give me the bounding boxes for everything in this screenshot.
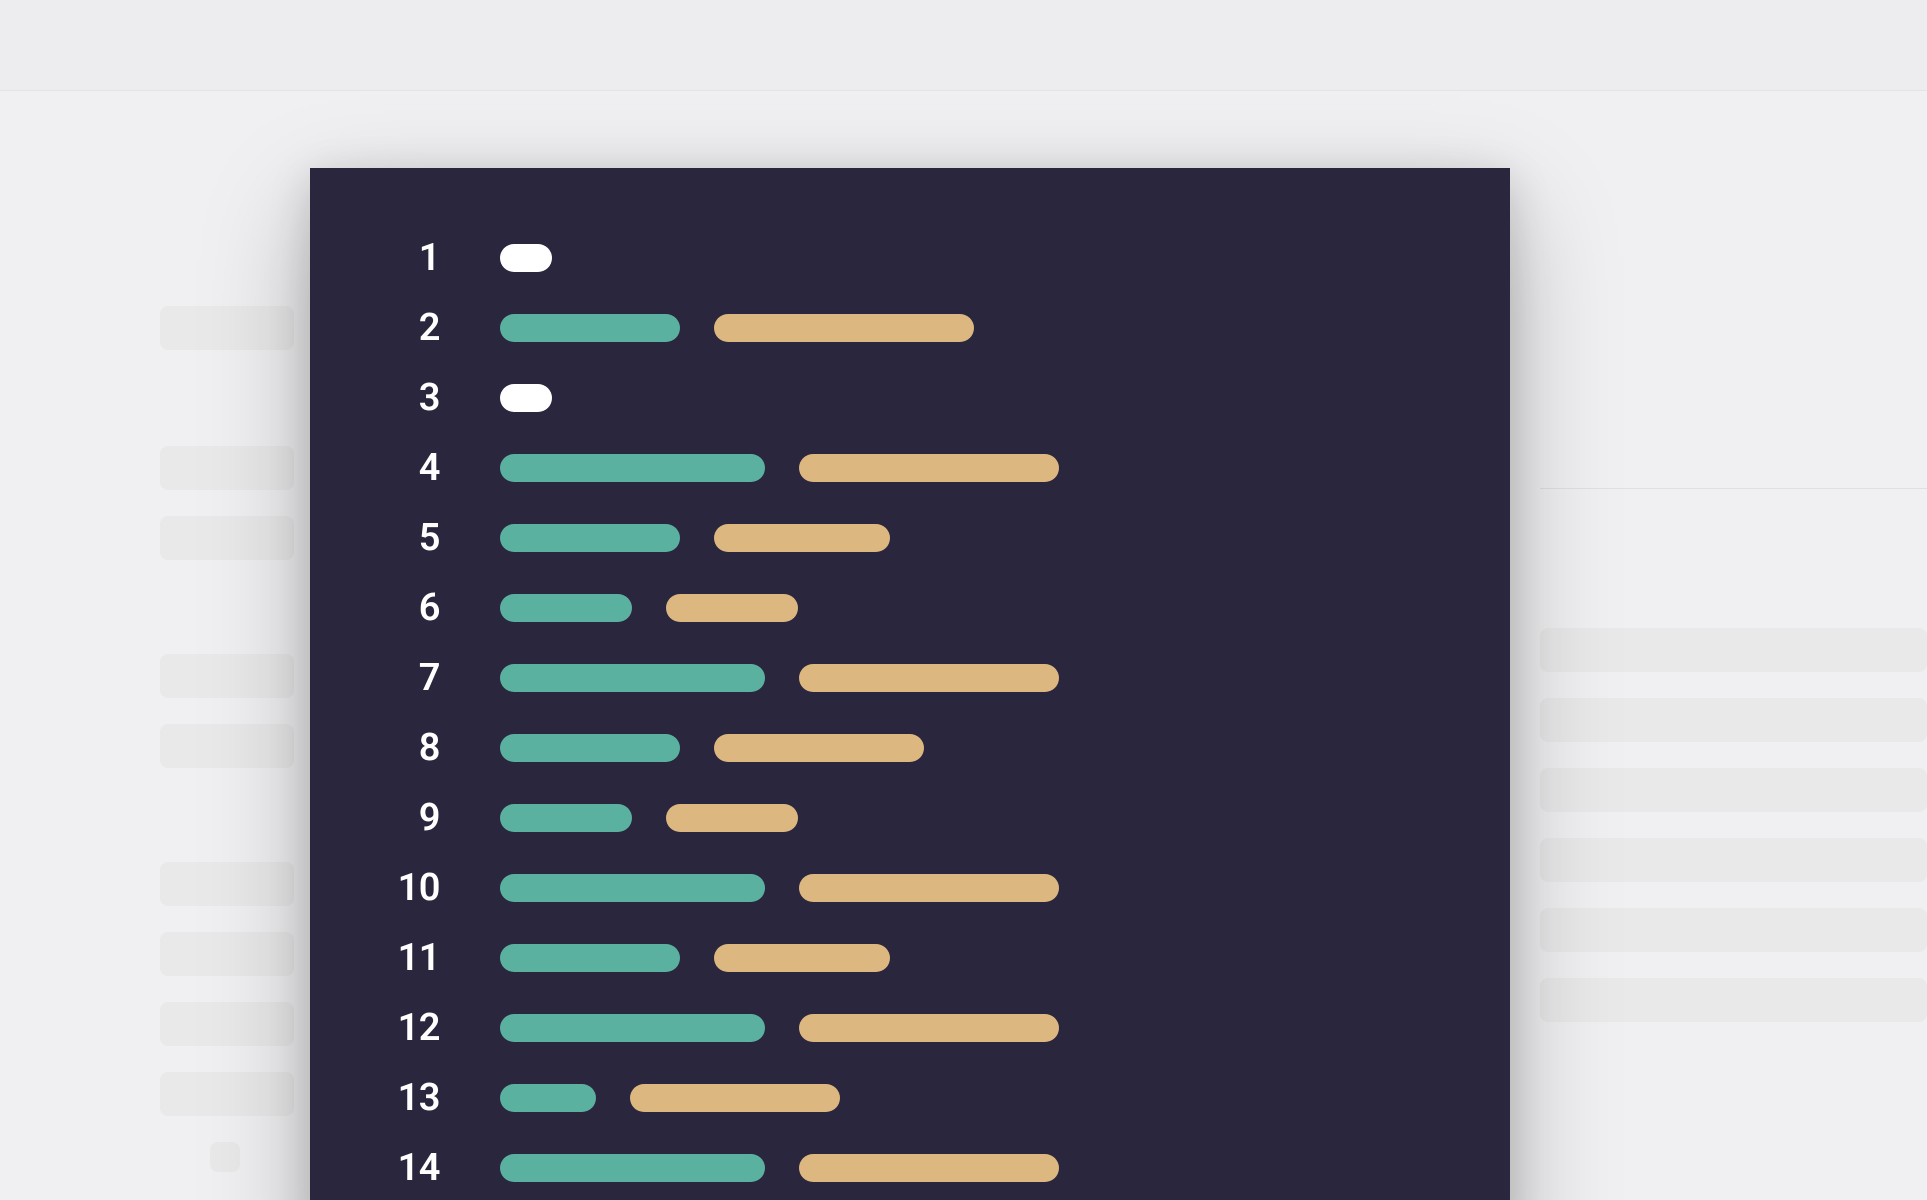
line-number: 7	[310, 656, 440, 700]
token-row	[500, 874, 1059, 902]
code-token	[500, 734, 680, 762]
code-token	[799, 454, 1059, 482]
code-token	[714, 944, 890, 972]
code-line[interactable]: 2	[310, 293, 1510, 363]
code-line[interactable]: 14	[310, 1133, 1510, 1200]
code-token	[500, 314, 680, 342]
code-line[interactable]: 5	[310, 503, 1510, 573]
code-token	[714, 734, 924, 762]
line-number: 13	[310, 1076, 440, 1120]
token-row	[500, 1084, 840, 1112]
skeleton-bar	[160, 1072, 294, 1116]
code-token	[714, 314, 974, 342]
line-number: 11	[310, 936, 440, 980]
skeleton-bar	[160, 446, 294, 490]
code-line[interactable]: 13	[310, 1063, 1510, 1133]
token-row	[500, 1154, 1059, 1182]
skeleton-bar	[210, 1142, 240, 1172]
code-token	[714, 524, 890, 552]
line-number: 3	[310, 376, 440, 420]
skeleton-bar	[160, 516, 294, 560]
skeleton-bar	[1540, 628, 1927, 672]
code-token	[500, 594, 632, 622]
code-token	[666, 594, 798, 622]
token-row	[500, 314, 974, 342]
code-line[interactable]: 12	[310, 993, 1510, 1063]
token-row	[500, 244, 552, 272]
top-bar	[0, 0, 1927, 91]
line-number: 4	[310, 446, 440, 490]
token-row	[500, 734, 924, 762]
line-number: 5	[310, 516, 440, 560]
skeleton-bar	[1540, 698, 1927, 742]
token-row	[500, 1014, 1059, 1042]
line-number: 6	[310, 586, 440, 630]
code-line[interactable]: 4	[310, 433, 1510, 503]
code-token	[666, 804, 798, 832]
token-row	[500, 524, 890, 552]
line-number: 9	[310, 796, 440, 840]
token-row	[500, 384, 552, 412]
skeleton-bar	[1540, 768, 1927, 812]
code-editor-panel: 1234567891011121314	[310, 168, 1510, 1200]
skeleton-bar	[160, 1002, 294, 1046]
code-token	[500, 874, 765, 902]
line-number: 10	[310, 866, 440, 910]
code-token	[799, 664, 1059, 692]
line-number: 12	[310, 1006, 440, 1050]
skeleton-bar	[1540, 838, 1927, 882]
skeleton-bar	[160, 654, 294, 698]
code-token	[500, 804, 632, 832]
skeleton-bar	[1540, 908, 1927, 952]
line-number: 2	[310, 306, 440, 350]
line-number: 14	[310, 1146, 440, 1190]
token-row	[500, 944, 890, 972]
code-line[interactable]: 3	[310, 363, 1510, 433]
code-token	[500, 944, 680, 972]
line-number: 1	[310, 236, 440, 280]
code-line[interactable]: 7	[310, 643, 1510, 713]
code-line[interactable]: 6	[310, 573, 1510, 643]
code-token	[500, 1014, 765, 1042]
code-token	[630, 1084, 840, 1112]
code-token	[500, 1154, 765, 1182]
code-line[interactable]: 11	[310, 923, 1510, 993]
code-token	[500, 244, 552, 272]
skeleton-bar	[160, 932, 294, 976]
code-token	[500, 1084, 596, 1112]
code-line[interactable]: 10	[310, 853, 1510, 923]
code-token	[799, 1154, 1059, 1182]
token-row	[500, 664, 1059, 692]
code-line[interactable]: 1	[310, 223, 1510, 293]
skeleton-bar	[1540, 978, 1927, 1022]
token-row	[500, 594, 798, 622]
code-token	[500, 664, 765, 692]
skeleton-bar	[160, 724, 294, 768]
code-token	[500, 384, 552, 412]
skeleton-bar	[1540, 488, 1927, 489]
skeleton-bar	[160, 306, 294, 350]
skeleton-bar	[160, 862, 294, 906]
token-row	[500, 454, 1059, 482]
code-token	[500, 454, 765, 482]
code-token	[500, 524, 680, 552]
code-token	[799, 874, 1059, 902]
code-token	[799, 1014, 1059, 1042]
code-body: 1234567891011121314	[310, 223, 1510, 1200]
line-number: 8	[310, 726, 440, 770]
code-line[interactable]: 8	[310, 713, 1510, 783]
page-root: 1234567891011121314	[0, 0, 1927, 1200]
token-row	[500, 804, 798, 832]
code-line[interactable]: 9	[310, 783, 1510, 853]
